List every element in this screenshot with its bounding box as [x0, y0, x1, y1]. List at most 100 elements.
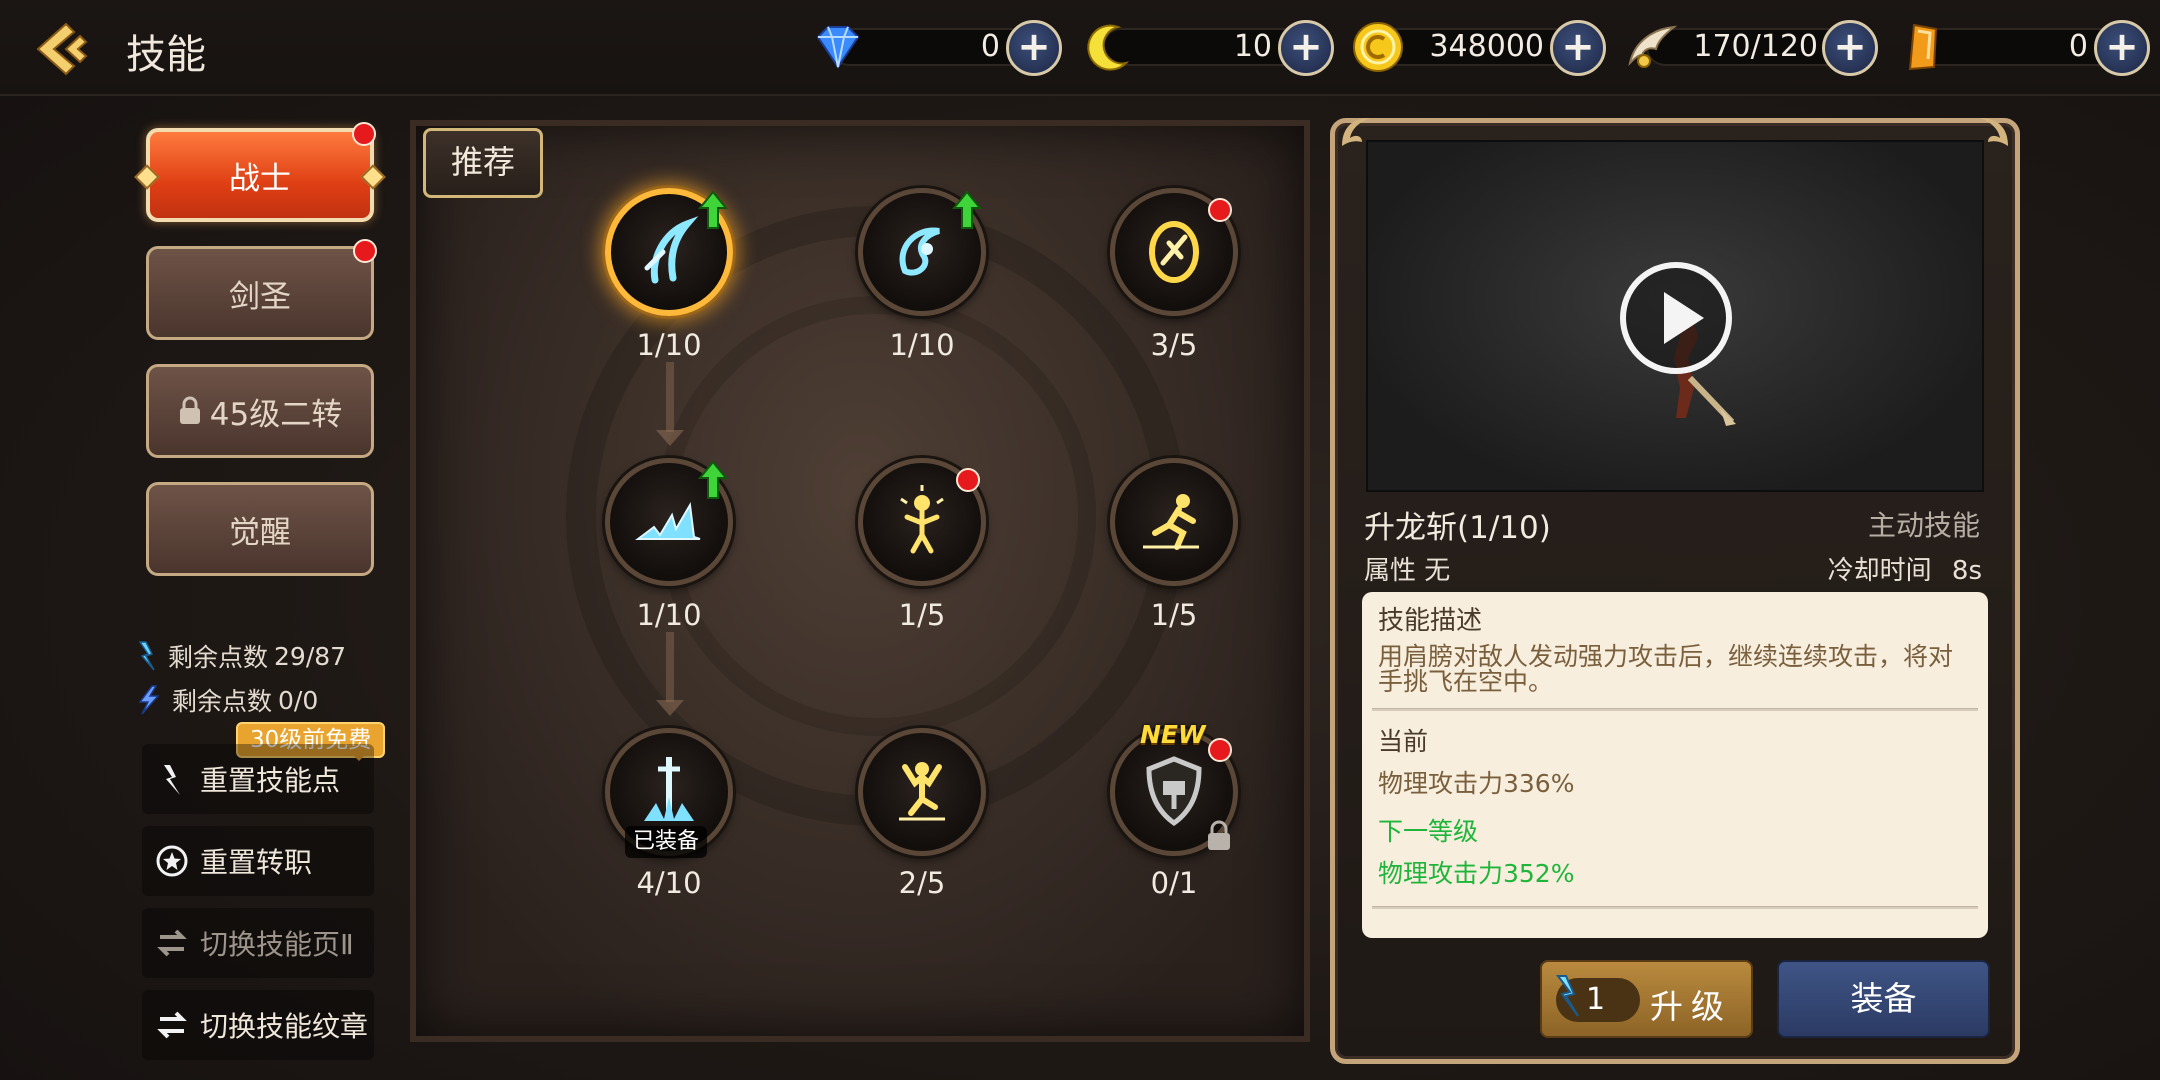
skill-point-alt-icon: [138, 685, 160, 715]
description-text: 用肩膀对敌人发动强力攻击后，继续连续攻击，将对手挑飞在空中。: [1378, 642, 1954, 696]
currency-value: 348000: [1429, 29, 1544, 64]
leap-icon: [899, 762, 945, 821]
notification-badge: [1208, 738, 1232, 762]
add-wing-button[interactable]: +: [1822, 20, 1878, 76]
sword-plunge-icon: [644, 757, 694, 821]
skill-connector: [666, 362, 674, 432]
tab-label: 45级二转: [209, 396, 343, 433]
page-title: 技能: [126, 32, 206, 78]
divider: [1372, 906, 1978, 909]
connector-arrow: [656, 700, 684, 716]
skill-node-6[interactable]: [1110, 458, 1238, 586]
play-button[interactable]: [1620, 262, 1732, 374]
tab-warrior[interactable]: 战士: [134, 122, 386, 222]
crystal-icon: [1908, 23, 1938, 71]
add-diamond-button[interactable]: +: [1006, 20, 1062, 76]
currency-value: 0: [2068, 29, 2088, 64]
remaining-points-secondary: 剩余点数 0/0: [132, 682, 318, 718]
star-circle-icon: [156, 845, 188, 877]
skill-level: 1/10: [636, 328, 702, 362]
current-label: 当前: [1378, 727, 1429, 756]
skill-cooldown: 冷却时间 8s: [1828, 550, 1982, 587]
upgrade-button[interactable]: 1 升级: [1540, 960, 1753, 1038]
skill-level: 2/5: [898, 866, 946, 900]
skill-point-icon: [1556, 975, 1579, 1017]
button-label: 重置转职: [200, 846, 313, 879]
diamond-icon: [816, 26, 860, 69]
skill-level: 1/5: [898, 598, 946, 632]
tab-label: 剑圣: [229, 278, 291, 315]
notification-badge: [353, 239, 377, 263]
notification-badge: [956, 468, 980, 492]
button-label: 切换技能纹章: [200, 1010, 369, 1043]
lock-icon: [179, 396, 200, 424]
skill-level: 1/10: [889, 328, 955, 362]
next-level-value: 物理攻击力352%: [1378, 859, 1575, 888]
currency-value: 0: [980, 29, 1000, 64]
skill-level: 4/10: [636, 866, 702, 900]
skill-level: 1/5: [1150, 598, 1198, 632]
equip-button[interactable]: 装备: [1777, 960, 1990, 1038]
tab-label: 战士: [229, 160, 291, 197]
description-title: 技能描述: [1378, 606, 1483, 636]
lock-icon: [1208, 820, 1230, 850]
next-level-label: 下一等级: [1378, 817, 1479, 846]
currency-diamond: 0 +: [806, 18, 1066, 76]
dash-icon: [1143, 494, 1199, 550]
cooldown-label: 冷却时间: [1827, 556, 1932, 586]
skill-point-icon: [164, 765, 180, 795]
notification-badge: [352, 122, 376, 146]
skill-point-icon: [138, 641, 155, 671]
back-arrow-icon: [36, 22, 88, 76]
skill-level: 1/10: [636, 598, 702, 632]
reset-job-button[interactable]: 重置转职: [142, 826, 374, 896]
tab-ornament: [134, 164, 160, 190]
swap-icon: [157, 929, 187, 957]
skill-type: 主动技能: [1867, 509, 1980, 542]
moon-icon: [1087, 24, 1130, 71]
recommend-button[interactable]: 推荐: [423, 128, 543, 198]
points-value: 29/87: [274, 641, 347, 671]
button-label: 重置技能点: [200, 764, 341, 797]
tab-awakening[interactable]: 觉醒: [146, 482, 374, 576]
tab-ornament: [360, 164, 386, 190]
points-label: 剩余点数: [172, 687, 273, 716]
add-crystal-button[interactable]: +: [2094, 20, 2150, 76]
spin-icon: [1149, 221, 1199, 283]
upgrade-arrow-icon: [952, 190, 982, 229]
divider: [1372, 708, 1978, 711]
current-value: 物理攻击力336%: [1378, 769, 1575, 798]
upgrade-label: 升级: [1650, 987, 1732, 1026]
add-moon-button[interactable]: +: [1278, 20, 1334, 76]
reset-skill-points-button[interactable]: 重置技能点: [142, 744, 374, 814]
skill-name: 升龙斩(1/10): [1364, 510, 1551, 546]
skill-node-8[interactable]: [858, 728, 986, 856]
tab-second-job-locked[interactable]: 45级二转: [146, 364, 374, 458]
currency-moon: 10 +: [1078, 18, 1338, 76]
add-gold-button[interactable]: +: [1550, 20, 1606, 76]
skill-screen: 技能 0 + 10 + 348000 + 170/120 + 0 + 战士 剑圣…: [0, 0, 2160, 1080]
skill-attribute: 属性 无: [1364, 556, 1451, 586]
tab-sword-master[interactable]: 剑圣: [146, 239, 377, 340]
switch-skill-emblem-button[interactable]: 切换技能纹章: [142, 990, 374, 1060]
equipped-badge: 已装备: [625, 826, 708, 858]
currency-value: 170/120: [1693, 29, 1818, 64]
tab-label: 觉醒: [229, 514, 291, 551]
wing-icon: [1628, 25, 1678, 68]
upgrade-arrow-icon: [698, 460, 728, 499]
top-bar: 技能 0 + 10 + 348000 + 170/120 + 0 +: [0, 0, 2160, 96]
swap-icon: [157, 1011, 187, 1039]
back-button[interactable]: [30, 18, 96, 80]
remaining-points-primary: 剩余点数 29/87: [132, 638, 346, 674]
points-label: 剩余点数: [168, 643, 269, 672]
buff-icon: [900, 485, 944, 554]
currency-wing: 170/120 +: [1622, 18, 1886, 76]
points-value: 0/0: [278, 685, 319, 715]
cooldown-value: 8s: [1951, 556, 1982, 586]
skill-level: 0/1: [1150, 866, 1198, 900]
switch-skill-page-button[interactable]: 切换技能页Ⅱ: [142, 908, 374, 978]
skill-connector: [666, 632, 674, 702]
currency-crystal: 0 +: [1894, 18, 2154, 76]
upgrade-cost: 1: [1586, 982, 1606, 1017]
notification-badge: [1208, 198, 1232, 222]
